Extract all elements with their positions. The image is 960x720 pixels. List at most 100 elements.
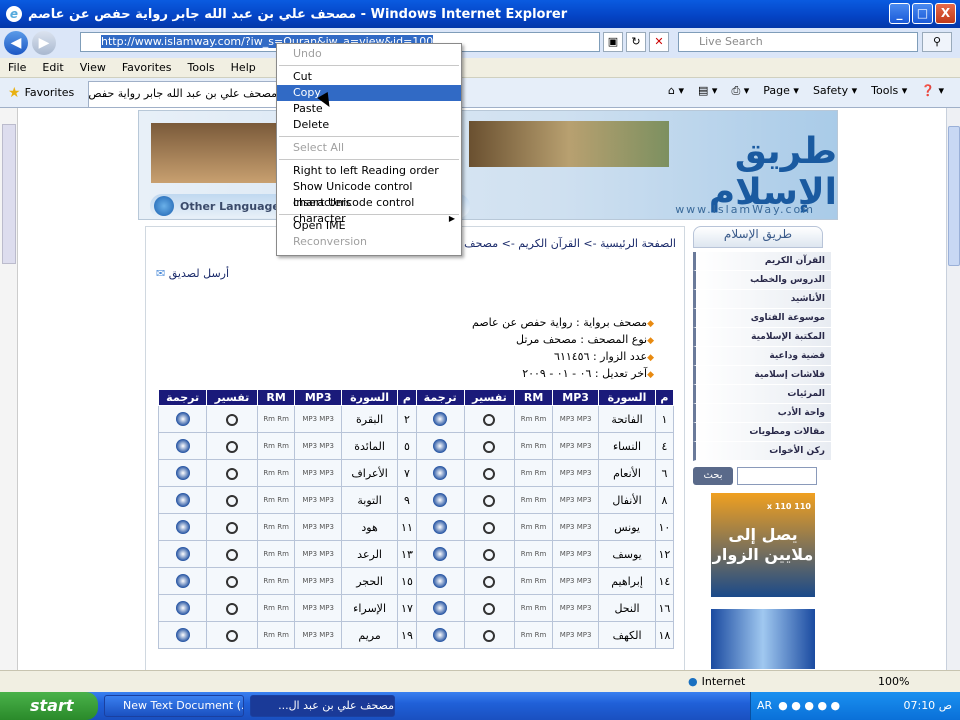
rm-download-link[interactable]: Rm Rm	[514, 513, 553, 541]
security-zone[interactable]: ● Internet	[688, 675, 745, 688]
sidebar-item[interactable]: موسوعة الفتاوى	[693, 309, 831, 328]
tafsir-link[interactable]	[463, 540, 516, 568]
tafsir-link[interactable]	[206, 432, 258, 460]
menu-help[interactable]: Help	[223, 61, 264, 74]
page-scroll-thumb[interactable]	[948, 126, 960, 266]
context-item-show-unicode-control-characters[interactable]: Show Unicode control characters	[277, 179, 461, 209]
translation-link[interactable]	[157, 621, 208, 649]
rm-download-link[interactable]: Rm Rm	[514, 567, 553, 595]
rm-download-link[interactable]: Rm Rm	[256, 594, 296, 622]
task-ie[interactable]: مصحف علي بن عبد ال...	[250, 695, 395, 717]
sidebar-item[interactable]: الأناشيد	[693, 290, 831, 309]
rm-download-link[interactable]: Rm Rm	[256, 405, 296, 433]
tab-active[interactable]: مصحف علي بن عبد الله جابر رواية حفص عن ع…	[88, 81, 278, 107]
sura-name[interactable]: الإسراء	[340, 594, 399, 622]
menu-view[interactable]: View	[72, 61, 114, 74]
mp3-download-link[interactable]: MP3 MP3	[551, 540, 600, 568]
rm-download-link[interactable]: Rm Rm	[256, 432, 296, 460]
rm-download-link[interactable]: Rm Rm	[514, 486, 553, 514]
context-item-open-ime[interactable]: Open IME	[277, 218, 461, 234]
translation-link[interactable]	[415, 567, 465, 595]
mp3-download-link[interactable]: MP3 MP3	[294, 486, 342, 514]
sura-name[interactable]: المائدة	[340, 432, 399, 460]
sura-name[interactable]: النساء	[598, 432, 656, 460]
sura-name[interactable]: يونس	[598, 513, 656, 541]
mp3-download-link[interactable]: MP3 MP3	[294, 432, 342, 460]
tafsir-link[interactable]	[206, 621, 258, 649]
refresh-icon[interactable]: ↻	[626, 32, 646, 52]
context-item-copy[interactable]: Copy	[277, 85, 461, 101]
context-item-insert-unicode-control-character[interactable]: Insert Unicode control character ▶	[277, 195, 461, 225]
mp3-download-link[interactable]: MP3 MP3	[551, 594, 600, 622]
favorites-button[interactable]: ★ Favorites	[0, 85, 82, 101]
page-scrollbar[interactable]	[946, 108, 960, 670]
tools-menu[interactable]: Tools ▾	[871, 84, 907, 98]
mp3-download-link[interactable]: MP3 MP3	[551, 459, 600, 487]
translation-link[interactable]	[157, 432, 208, 460]
sura-name[interactable]: يوسف	[598, 540, 656, 568]
rm-download-link[interactable]: Rm Rm	[256, 567, 296, 595]
translation-link[interactable]	[415, 594, 465, 622]
translation-link[interactable]	[157, 486, 208, 514]
sidebar-search-input[interactable]	[737, 467, 817, 485]
translation-link[interactable]	[415, 486, 465, 514]
rm-download-link[interactable]: Rm Rm	[514, 459, 553, 487]
mp3-download-link[interactable]: MP3 MP3	[551, 486, 600, 514]
sidebar-search-button[interactable]: بحث	[693, 467, 733, 485]
send-to-friend-link[interactable]: أرسل لصديق ✉	[156, 267, 229, 280]
translation-link[interactable]	[415, 459, 465, 487]
translation-link[interactable]	[157, 513, 208, 541]
tafsir-link[interactable]	[206, 513, 258, 541]
rm-download-link[interactable]: Rm Rm	[514, 594, 553, 622]
tafsir-link[interactable]	[206, 567, 258, 595]
tafsir-link[interactable]	[206, 540, 258, 568]
sidebar-item[interactable]: المكتبة الإسلامية	[693, 328, 831, 347]
zoom-level[interactable]: 100%	[878, 675, 909, 688]
translation-link[interactable]	[157, 567, 208, 595]
mp3-download-link[interactable]: MP3 MP3	[551, 567, 600, 595]
rm-download-link[interactable]: Rm Rm	[514, 432, 553, 460]
context-item-paste[interactable]: Paste	[277, 101, 461, 117]
mp3-download-link[interactable]: MP3 MP3	[551, 621, 600, 649]
sura-name[interactable]: التوبة	[340, 486, 399, 514]
mp3-download-link[interactable]: MP3 MP3	[294, 540, 342, 568]
menu-tools[interactable]: Tools	[180, 61, 223, 74]
tafsir-link[interactable]	[463, 405, 516, 433]
sidebar-item[interactable]: فلاشات إسلامية	[693, 366, 831, 385]
tafsir-link[interactable]	[206, 459, 258, 487]
context-item-right-to-left-reading-order[interactable]: Right to left Reading order	[277, 163, 461, 179]
print-icon[interactable]: ⎙ ▾	[731, 84, 749, 98]
minimize-button[interactable]: _	[889, 3, 910, 24]
rm-download-link[interactable]: Rm Rm	[256, 621, 296, 649]
translation-link[interactable]	[415, 432, 465, 460]
sura-name[interactable]: الأنفال	[598, 486, 656, 514]
rm-download-link[interactable]: Rm Rm	[256, 540, 296, 568]
translation-link[interactable]	[415, 621, 465, 649]
tafsir-link[interactable]	[206, 594, 258, 622]
sura-name[interactable]: الكهف	[598, 621, 656, 649]
menu-edit[interactable]: Edit	[34, 61, 71, 74]
translation-link[interactable]	[157, 540, 208, 568]
left-scrollbar[interactable]	[0, 108, 18, 670]
mp3-download-link[interactable]: MP3 MP3	[294, 621, 342, 649]
breadcrumb-quran[interactable]: القرآن الكريم	[518, 237, 580, 250]
rm-download-link[interactable]: Rm Rm	[256, 486, 296, 514]
tafsir-link[interactable]	[463, 486, 516, 514]
translation-link[interactable]	[157, 594, 208, 622]
left-scroll-thumb[interactable]	[2, 124, 16, 264]
search-icon[interactable]: ⚲	[922, 32, 952, 52]
rm-download-link[interactable]: Rm Rm	[514, 621, 553, 649]
close-button[interactable]: X	[935, 3, 956, 24]
window-titlebar[interactable]: e مصحف علي بن عبد الله جابر رواية حفص عن…	[0, 0, 960, 28]
tafsir-link[interactable]	[206, 405, 258, 433]
sidebar-item[interactable]: واحة الأدب	[693, 404, 831, 423]
translation-link[interactable]	[415, 405, 465, 433]
sura-name[interactable]: مريم	[340, 621, 399, 649]
mp3-download-link[interactable]: MP3 MP3	[294, 513, 342, 541]
menu-favorites[interactable]: Favorites	[114, 61, 180, 74]
sidebar-item[interactable]: مقالات ومطويات	[693, 423, 831, 442]
stop-icon[interactable]: ✕	[649, 32, 669, 52]
back-button[interactable]: ◀	[4, 31, 28, 55]
context-item-delete[interactable]: Delete	[277, 117, 461, 133]
mp3-download-link[interactable]: MP3 MP3	[294, 567, 342, 595]
